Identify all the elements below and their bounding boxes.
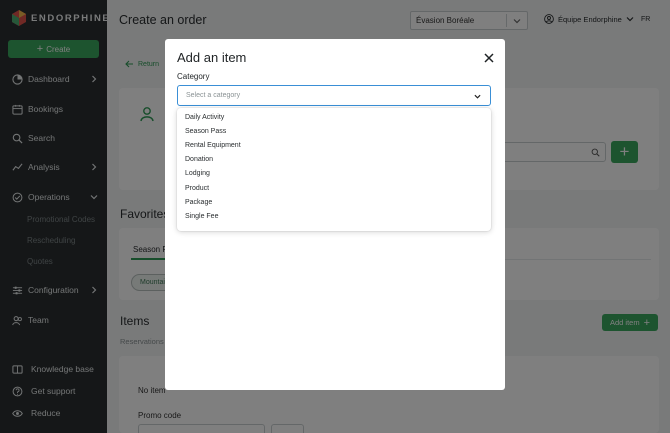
category-option-daily-activity[interactable]: Daily Activity [185,114,224,121]
category-option-package[interactable]: Package [185,199,212,206]
category-option-product[interactable]: Product [185,185,209,192]
chevron-down-icon [474,94,481,99]
category-option-season-pass[interactable]: Season Pass [185,128,226,135]
category-dropdown: Daily Activity Season Pass Rental Equipm… [177,108,491,231]
category-option-donation[interactable]: Donation [185,156,213,163]
category-option-lodging[interactable]: Lodging [185,170,210,177]
add-item-modal: Add an item Category Select a category D… [165,39,505,390]
close-icon[interactable] [484,53,494,63]
category-placeholder: Select a category [186,92,241,99]
category-select[interactable]: Select a category [177,85,491,106]
category-label: Category [177,72,210,81]
modal-title: Add an item [177,50,247,65]
category-option-single-fee[interactable]: Single Fee [185,213,218,220]
category-option-rental-equipment[interactable]: Rental Equipment [185,142,241,149]
